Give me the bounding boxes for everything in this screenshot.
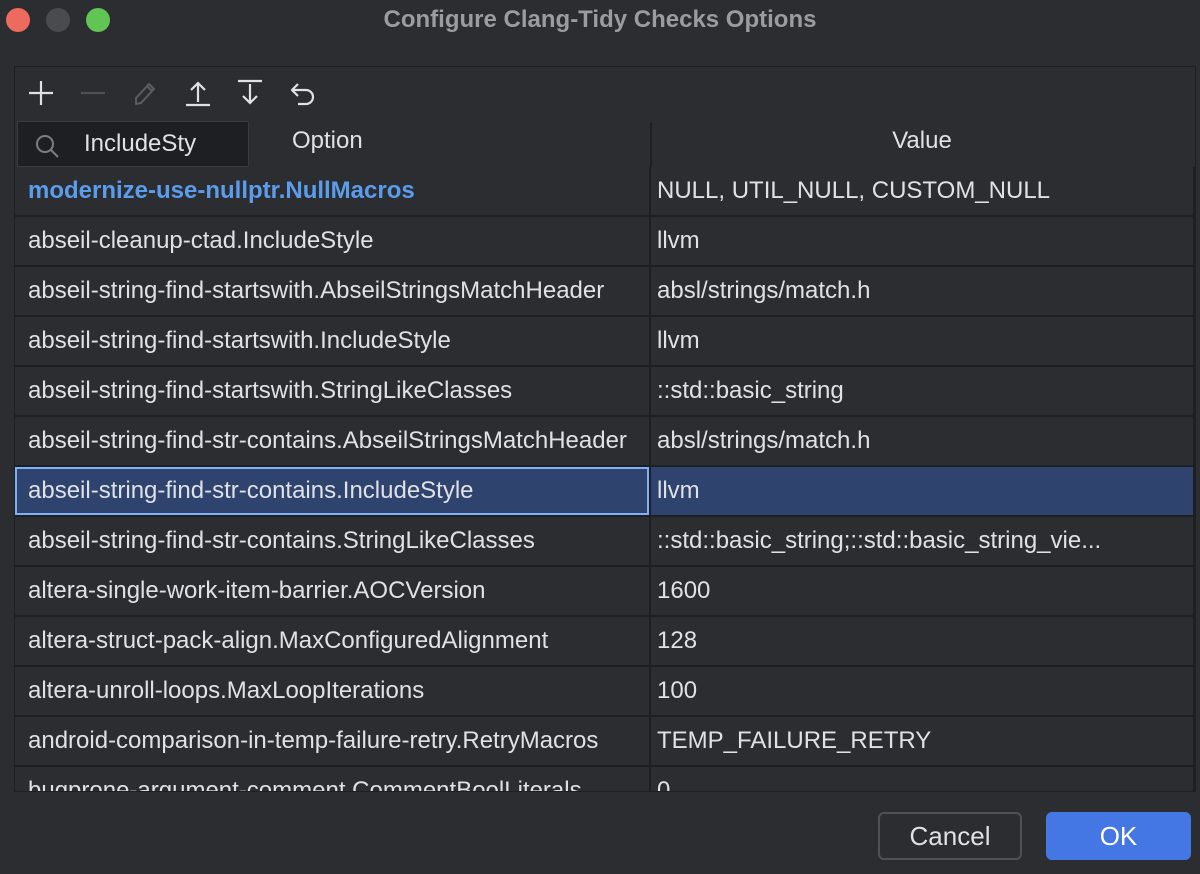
reset-button[interactable] bbox=[285, 75, 321, 111]
table-row[interactable]: abseil-string-find-startswith.AbseilStri… bbox=[15, 267, 1195, 315]
option-cell[interactable]: altera-unroll-loops.MaxLoopIterations bbox=[15, 667, 649, 715]
table-row[interactable]: abseil-cleanup-ctad.IncludeStyle llvm bbox=[15, 217, 1195, 265]
cancel-button[interactable]: Cancel bbox=[878, 812, 1022, 860]
table-row-selected[interactable]: abseil-string-find-str-contains.IncludeS… bbox=[15, 467, 1195, 515]
toolbar bbox=[15, 67, 1195, 119]
column-header-option[interactable]: Option bbox=[292, 127, 363, 155]
title-bar: Configure Clang-Tidy Checks Options bbox=[0, 0, 1200, 40]
minus-icon bbox=[81, 91, 105, 95]
move-down-button[interactable] bbox=[232, 75, 268, 111]
option-cell[interactable]: bugprone-argument-comment.CommentBoolLit… bbox=[15, 767, 649, 791]
table-row[interactable]: abseil-string-find-str-contains.StringLi… bbox=[15, 517, 1195, 565]
ok-button[interactable]: OK bbox=[1046, 812, 1191, 860]
remove-button[interactable] bbox=[75, 75, 111, 111]
table-row[interactable]: altera-unroll-loops.MaxLoopIterations 10… bbox=[15, 667, 1195, 715]
table-row[interactable]: modernize-use-nullptr.NullMacros NULL, U… bbox=[15, 167, 1195, 215]
table-row[interactable]: abseil-string-find-str-contains.AbseilSt… bbox=[15, 417, 1195, 465]
value-cell[interactable]: llvm bbox=[651, 217, 1193, 265]
search-field[interactable] bbox=[17, 121, 249, 167]
table-row[interactable]: bugprone-argument-comment.CommentBoolLit… bbox=[15, 767, 1195, 791]
table-row[interactable]: altera-struct-pack-align.MaxConfiguredAl… bbox=[15, 617, 1195, 665]
table-row[interactable]: abseil-string-find-startswith.IncludeSty… bbox=[15, 317, 1195, 365]
search-icon bbox=[36, 135, 59, 158]
arrow-down-icon bbox=[238, 79, 262, 105]
move-up-button[interactable] bbox=[180, 75, 216, 111]
plus-icon bbox=[29, 81, 53, 105]
table-header: Option Value bbox=[15, 119, 1195, 167]
value-cell[interactable]: 100 bbox=[651, 667, 1193, 715]
value-cell[interactable]: NULL, UTIL_NULL, CUSTOM_NULL bbox=[651, 167, 1193, 215]
value-cell[interactable]: 1600 bbox=[651, 567, 1193, 615]
table-row[interactable]: android-comparison-in-temp-failure-retry… bbox=[15, 717, 1195, 765]
pencil-icon bbox=[135, 83, 155, 105]
edit-button[interactable] bbox=[127, 75, 163, 111]
option-cell[interactable]: abseil-string-find-startswith.StringLike… bbox=[15, 367, 649, 415]
option-cell[interactable]: abseil-string-find-str-contains.StringLi… bbox=[15, 517, 649, 565]
value-cell[interactable]: ::std::basic_string bbox=[651, 367, 1193, 415]
options-table: modernize-use-nullptr.NullMacros NULL, U… bbox=[15, 167, 1195, 791]
value-cell[interactable]: 0 bbox=[651, 767, 1193, 791]
option-cell[interactable]: android-comparison-in-temp-failure-retry… bbox=[15, 717, 649, 765]
option-cell[interactable]: abseil-cleanup-ctad.IncludeStyle bbox=[15, 217, 649, 265]
value-cell[interactable]: absl/strings/match.h bbox=[651, 267, 1193, 315]
value-cell[interactable]: 128 bbox=[651, 617, 1193, 665]
option-cell[interactable]: abseil-string-find-startswith.IncludeSty… bbox=[15, 317, 649, 365]
options-panel: Option Value modernize-use-nullptr.NullM… bbox=[14, 66, 1196, 792]
search-input[interactable] bbox=[84, 128, 244, 160]
option-cell[interactable]: abseil-string-find-str-contains.IncludeS… bbox=[15, 467, 649, 515]
arrow-up-icon bbox=[186, 81, 210, 107]
option-cell[interactable]: altera-single-work-item-barrier.AOCVersi… bbox=[15, 567, 649, 615]
option-cell[interactable]: abseil-string-find-startswith.AbseilStri… bbox=[15, 267, 649, 315]
column-header-value[interactable]: Value bbox=[652, 127, 1192, 155]
option-cell[interactable]: abseil-string-find-str-contains.AbseilSt… bbox=[15, 417, 649, 465]
table-row[interactable]: abseil-string-find-startswith.StringLike… bbox=[15, 367, 1195, 415]
option-cell[interactable]: modernize-use-nullptr.NullMacros bbox=[15, 167, 649, 215]
value-cell[interactable]: llvm bbox=[651, 317, 1193, 365]
dialog-title: Configure Clang-Tidy Checks Options bbox=[383, 6, 817, 33]
add-button[interactable] bbox=[23, 75, 59, 111]
table-row[interactable]: altera-single-work-item-barrier.AOCVersi… bbox=[15, 567, 1195, 615]
value-cell[interactable]: absl/strings/match.h bbox=[651, 417, 1193, 465]
undo-icon bbox=[290, 83, 315, 106]
value-cell[interactable]: ::std::basic_string;::std::basic_string_… bbox=[651, 517, 1193, 565]
value-cell[interactable]: llvm bbox=[651, 467, 1193, 515]
value-cell[interactable]: TEMP_FAILURE_RETRY bbox=[651, 717, 1193, 765]
option-cell[interactable]: altera-struct-pack-align.MaxConfiguredAl… bbox=[15, 617, 649, 665]
